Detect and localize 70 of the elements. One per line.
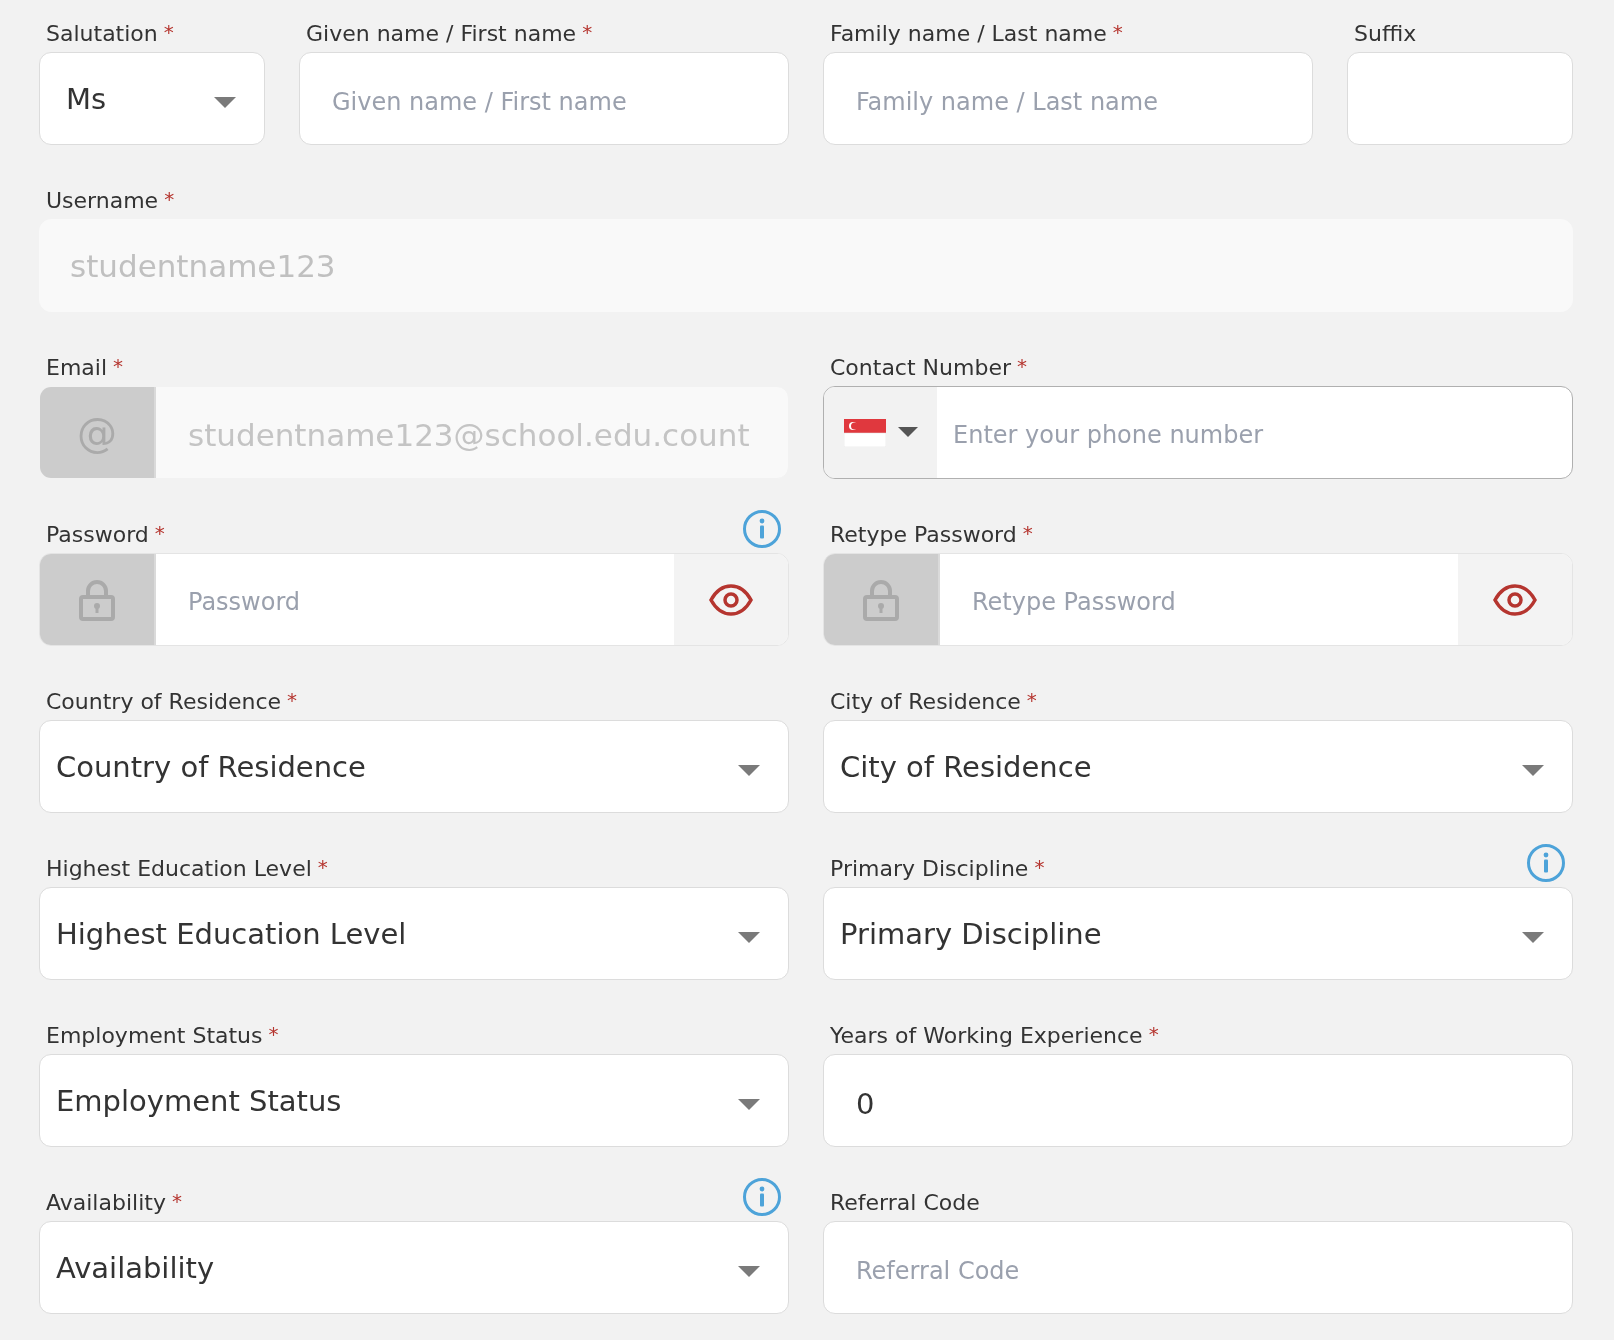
select-dropdown[interactable]: Primary Discipline xyxy=(823,887,1573,980)
text-field[interactable]: Referral Code xyxy=(823,1221,1573,1314)
required-mark: * xyxy=(1016,354,1027,378)
eye-icon xyxy=(1493,583,1537,616)
eye-icon xyxy=(709,583,753,616)
field-label: Referral Code xyxy=(830,1190,980,1215)
select-dropdown[interactable]: City of Residence xyxy=(823,720,1573,813)
caret-icon xyxy=(738,764,760,777)
field-label: Highest Education Level xyxy=(46,856,312,881)
field-label: Salutation xyxy=(46,21,158,46)
info-icon[interactable] xyxy=(1526,843,1566,883)
caret-icon xyxy=(1522,764,1544,777)
text-field[interactable] xyxy=(1347,52,1573,145)
field-label: Family name / Last name xyxy=(830,21,1107,46)
password-field[interactable]: Password xyxy=(39,553,789,646)
required-mark: * xyxy=(163,20,174,44)
caret-icon xyxy=(738,1265,760,1278)
info-icon[interactable] xyxy=(742,509,782,549)
phone-field[interactable]: Enter your phone number xyxy=(823,386,1573,479)
field-label: Primary Discipline xyxy=(830,856,1029,881)
flag-icon xyxy=(843,418,886,447)
caret-icon xyxy=(738,931,760,944)
required-mark: * xyxy=(582,20,593,44)
select-dropdown[interactable]: Country of Residence xyxy=(39,720,789,813)
field-label: Country of Residence xyxy=(46,689,282,714)
lock-icon xyxy=(863,578,899,621)
field-label: City of Residence xyxy=(830,689,1021,714)
password-field[interactable]: Retype Password xyxy=(823,553,1573,646)
field-label: Retype Password xyxy=(830,522,1017,547)
country-code-selector[interactable] xyxy=(824,387,937,478)
field-label: Username xyxy=(46,188,159,213)
required-mark: * xyxy=(1034,855,1045,879)
text-field[interactable]: Given name / First name xyxy=(299,52,789,145)
select-dropdown[interactable]: Ms xyxy=(39,52,265,145)
field-label: Years of Working Experience xyxy=(830,1023,1143,1048)
required-mark: * xyxy=(1026,688,1037,712)
field-label: Contact Number xyxy=(830,355,1011,380)
show-password-button[interactable] xyxy=(1458,554,1572,645)
text-field[interactable]: 0 xyxy=(823,1054,1573,1147)
caret-icon xyxy=(214,96,236,109)
required-mark: * xyxy=(1112,20,1123,44)
at-sign-icon: @ xyxy=(40,387,156,478)
select-dropdown[interactable]: Availability xyxy=(39,1221,789,1314)
field-label: Password xyxy=(46,522,149,547)
select-dropdown[interactable]: Highest Education Level xyxy=(39,887,789,980)
field-label: Email xyxy=(46,355,108,380)
required-mark: * xyxy=(287,688,298,712)
required-mark: * xyxy=(1148,1022,1159,1046)
info-icon[interactable] xyxy=(742,1177,782,1217)
required-mark: * xyxy=(171,1189,182,1213)
required-mark: * xyxy=(268,1022,279,1046)
select-dropdown[interactable]: Employment Status xyxy=(39,1054,789,1147)
field-label: Employment Status xyxy=(46,1023,263,1048)
required-mark: * xyxy=(164,187,175,211)
required-mark: * xyxy=(154,521,165,545)
field-label: Suffix xyxy=(1354,21,1417,46)
phone-input[interactable]: Enter your phone number xyxy=(937,387,1572,478)
required-mark: * xyxy=(113,354,124,378)
field-label: Availability xyxy=(46,1190,166,1215)
caret-icon xyxy=(897,427,918,438)
password-input[interactable]: Retype Password xyxy=(940,554,1458,645)
caret-icon xyxy=(1522,931,1544,944)
required-mark: * xyxy=(317,855,328,879)
lock-icon xyxy=(79,578,115,621)
show-password-button[interactable] xyxy=(674,554,788,645)
caret-icon xyxy=(738,1098,760,1111)
field-label: Given name / First name xyxy=(306,21,577,46)
text-field[interactable]: Family name / Last name xyxy=(823,52,1313,145)
required-mark: * xyxy=(1022,521,1033,545)
password-input[interactable]: Password xyxy=(156,554,674,645)
